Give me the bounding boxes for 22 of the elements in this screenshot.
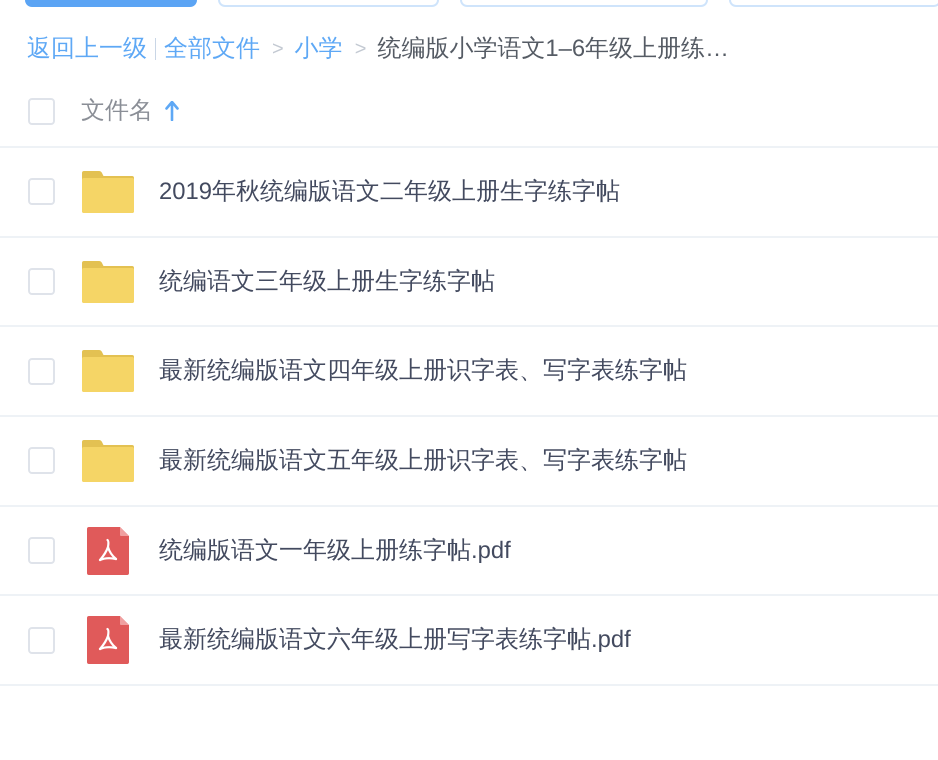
- file-name[interactable]: 2019年秋统编版语文二年级上册生字练字帖: [159, 174, 620, 210]
- row-checkbox[interactable]: [28, 268, 55, 296]
- row-checkbox[interactable]: [28, 178, 55, 206]
- breadcrumb-separator: >: [272, 39, 284, 59]
- file-name[interactable]: 统编版语文一年级上册练字帖.pdf: [159, 532, 511, 568]
- pdf-file-icon: [87, 616, 129, 664]
- folder-icon: [82, 260, 134, 303]
- row-checkbox[interactable]: [28, 537, 55, 564]
- pdf-file-icon: [87, 526, 129, 575]
- breadcrumb-separator: >: [354, 39, 366, 59]
- row-checkbox[interactable]: [28, 626, 55, 654]
- file-name[interactable]: 最新统编版语文四年级上册识字表、写字表练字帖: [159, 353, 687, 390]
- folder-icon: [82, 350, 134, 392]
- file-name[interactable]: 最新统编版语文五年级上册识字表、写字表练字帖: [159, 443, 687, 479]
- file-name[interactable]: 统编语文三年级上册生字练字帖: [159, 264, 495, 300]
- file-name[interactable]: 最新统编版语文六年级上册写字表练字帖.pdf: [159, 622, 631, 658]
- folder-icon: [82, 440, 134, 482]
- row-checkbox[interactable]: [28, 358, 55, 385]
- select-all-checkbox[interactable]: [28, 98, 55, 124]
- folder-icon: [82, 170, 134, 213]
- row-checkbox[interactable]: [28, 447, 55, 474]
- breadcrumb-current: 统编版小学语文1–6年级上册练…: [377, 37, 729, 61]
